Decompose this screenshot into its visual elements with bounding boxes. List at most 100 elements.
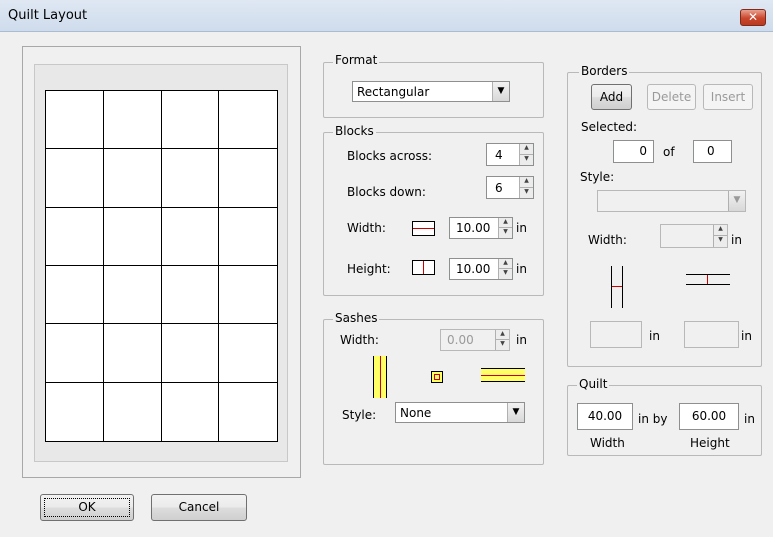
block-height-icon <box>412 260 435 275</box>
quilt-block-cell <box>103 207 162 266</box>
block-height-spin-buttons[interactable]: ▲ ▼ <box>498 259 512 279</box>
border-vertical-icon <box>611 266 623 308</box>
spin-up-icon[interactable]: ▲ <box>496 330 509 340</box>
quilt-block-cell <box>46 324 104 383</box>
sash-vertical-icon <box>373 356 387 398</box>
blocks-down-spin-buttons[interactable]: ▲ ▼ <box>519 177 533 198</box>
border-horizontal-icon <box>686 274 730 285</box>
spin-down-icon[interactable]: ▼ <box>520 188 533 199</box>
focus-ring <box>44 498 130 517</box>
block-width-value: 10.00 <box>456 221 491 235</box>
blocks-group-label: Blocks <box>333 124 376 138</box>
blocks-across-spinner[interactable]: 4 ▲ ▼ <box>486 143 534 166</box>
block-width-unit: in <box>516 221 527 235</box>
block-width-spinner[interactable]: 10.00 ▲ ▼ <box>449 217 513 239</box>
border-right-size-field[interactable] <box>684 321 739 348</box>
window-title: Quilt Layout <box>8 8 88 23</box>
blocks-down-spinner[interactable]: 6 ▲ ▼ <box>486 176 534 199</box>
sash-width-unit: in <box>516 333 527 347</box>
quilt-block-cell <box>219 91 277 150</box>
sashes-group-label: Sashes <box>333 311 380 325</box>
quilt-block-cell <box>219 149 277 208</box>
quilt-width-caption: Width <box>590 436 625 450</box>
cancel-button-label: Cancel <box>178 500 220 514</box>
sash-width-spinner[interactable]: 0.00 ▲ ▼ <box>440 329 510 351</box>
quilt-height-caption: Height <box>690 436 730 450</box>
insert-border-button[interactable]: Insert <box>703 84 753 110</box>
quilt-block-cell <box>219 208 277 266</box>
quilt-block-cell <box>46 207 104 266</box>
border-width-unit: in <box>731 233 742 247</box>
spin-up-icon[interactable]: ▲ <box>499 218 512 228</box>
border-width-label: Width: <box>588 233 627 247</box>
quilt-height-field: 60.00 <box>679 403 739 430</box>
close-button[interactable]: ✕ <box>740 9 766 26</box>
chevron-down-icon: ▼ <box>492 82 509 101</box>
blocks-across-spin-buttons[interactable]: ▲ ▼ <box>519 144 533 165</box>
insert-border-button-label: Insert <box>710 90 746 104</box>
quilt-height-value: 60.00 <box>691 409 727 423</box>
delete-border-button[interactable]: Delete <box>647 84 696 110</box>
block-width-icon <box>412 221 435 236</box>
sash-horizontal-icon <box>481 368 525 382</box>
spin-up-icon[interactable]: ▲ <box>499 259 512 269</box>
ok-button[interactable]: OK <box>40 494 134 521</box>
quilt-block-cell <box>46 149 104 208</box>
quilt-width-value: 40.00 <box>587 409 623 423</box>
spin-down-icon[interactable]: ▼ <box>520 155 533 166</box>
quilt-block-cell <box>219 324 277 383</box>
border-left-size-unit: in <box>649 329 660 343</box>
sash-style-dropdown[interactable]: None ▼ <box>395 402 525 423</box>
block-height-label: Height: <box>347 262 391 276</box>
quilt-block-cell <box>104 382 162 441</box>
chevron-down-icon: ▼ <box>728 191 745 211</box>
quilt-block-cell <box>46 91 104 150</box>
block-width-spin-buttons[interactable]: ▲ ▼ <box>498 218 512 238</box>
sash-style-selected-value: None <box>400 406 432 420</box>
border-selected-label: Selected: <box>581 120 638 134</box>
format-dropdown[interactable]: Rectangular ▼ <box>352 81 510 102</box>
spin-up-icon[interactable]: ▲ <box>714 225 727 236</box>
quilt-block-cell <box>161 91 220 150</box>
spin-down-icon[interactable]: ▼ <box>714 236 727 247</box>
close-icon: ✕ <box>747 10 759 24</box>
delete-border-button-label: Delete <box>651 90 692 104</box>
border-selected-index-value: 0 <box>639 144 647 158</box>
spin-down-icon[interactable]: ▼ <box>499 228 512 238</box>
quilt-block-cell <box>103 324 162 383</box>
block-height-unit: in <box>516 262 527 276</box>
border-width-spinner[interactable]: ▲ ▼ <box>660 224 728 248</box>
quilt-block-cell <box>161 265 220 325</box>
format-group-label: Format <box>333 53 380 67</box>
border-left-size-field[interactable] <box>590 321 642 348</box>
block-height-spinner[interactable]: 10.00 ▲ ▼ <box>449 258 513 280</box>
format-selected-value: Rectangular <box>357 85 430 99</box>
blocks-across-value: 4 <box>495 148 503 162</box>
quilt-width-field: 40.00 <box>577 403 633 430</box>
quilt-block-cell <box>219 266 277 325</box>
spin-up-icon[interactable]: ▲ <box>520 144 533 155</box>
add-border-button[interactable]: Add <box>591 84 632 110</box>
block-height-value: 10.00 <box>456 262 491 276</box>
quilt-block-cell <box>103 265 162 325</box>
quilt-in-by-label: in by <box>638 412 668 426</box>
cancel-button[interactable]: Cancel <box>151 494 247 521</box>
spin-up-icon[interactable]: ▲ <box>520 177 533 188</box>
blocks-across-label: Blocks across: <box>347 149 433 163</box>
quilt-block-cell <box>161 207 220 266</box>
border-style-label: Style: <box>580 170 615 184</box>
sash-width-value: 0.00 <box>447 333 474 347</box>
quilt-group-label: Quilt <box>577 377 610 391</box>
blocks-down-label: Blocks down: <box>347 185 426 199</box>
quilt-block-cell <box>161 149 220 208</box>
spin-down-icon[interactable]: ▼ <box>499 269 512 279</box>
border-style-dropdown[interactable]: ▼ <box>597 190 746 212</box>
add-border-button-label: Add <box>599 90 624 104</box>
border-selected-index: 0 <box>613 140 654 163</box>
sash-width-label: Width: <box>340 333 379 347</box>
spin-down-icon[interactable]: ▼ <box>496 340 509 350</box>
blocks-down-value: 6 <box>495 181 503 195</box>
sash-width-spin-buttons[interactable]: ▲ ▼ <box>495 330 509 350</box>
border-width-spin-buttons[interactable]: ▲ ▼ <box>713 225 727 247</box>
border-selected-total-value: 0 <box>707 144 715 158</box>
